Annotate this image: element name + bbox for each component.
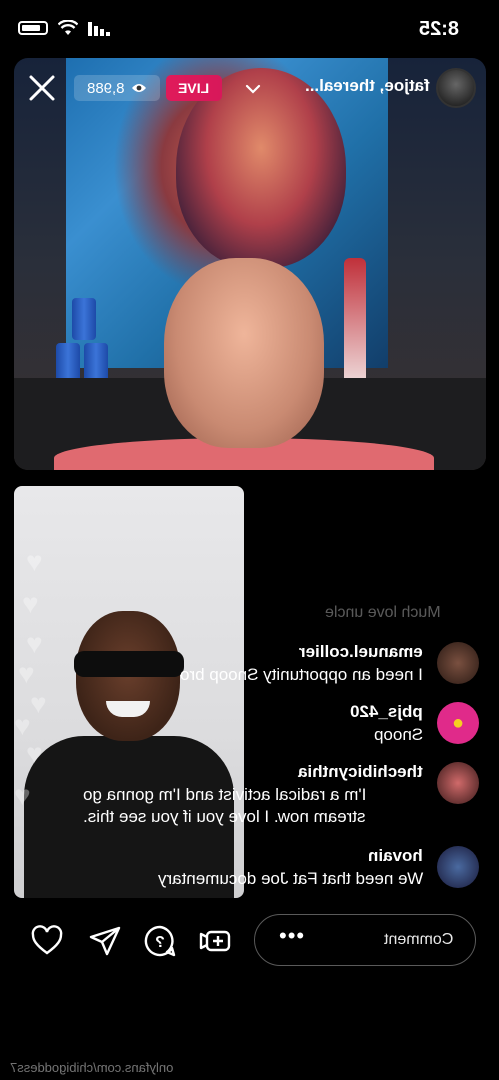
comment-username[interactable]: emanuel.collier <box>299 642 423 662</box>
send-icon[interactable] <box>88 924 122 958</box>
comment-text-content: I'm a radical activist and I'm gonna go … <box>83 785 367 826</box>
comment-username-text: emanuel.collier <box>299 642 423 661</box>
comment-username-text: hovain <box>368 846 423 865</box>
comment-text: I need an opportunity Snoop bro <box>83 664 423 686</box>
guest-video[interactable] <box>14 486 244 898</box>
commenter-avatar[interactable]: ● <box>437 702 479 744</box>
comment-text-content: Snoop <box>373 725 423 744</box>
commenter-avatar[interactable] <box>437 846 479 888</box>
heart-icon: ♥ <box>22 588 39 619</box>
viewer-count-badge: 8,988 <box>74 75 160 101</box>
wifi-icon <box>58 20 78 35</box>
status-time: 8:25 <box>418 18 459 40</box>
heart-icon: ♥ <box>14 710 31 741</box>
heart-like-icon[interactable] <box>30 924 64 958</box>
live-badge: LIVE <box>166 75 222 101</box>
comment-text: I'm a radical activist and I'm gonna go … <box>83 784 423 828</box>
comment-username-text: thechibicynthia <box>298 762 423 781</box>
faded-comment: Much love uncle <box>325 604 441 622</box>
live-label: LIVE <box>178 80 210 96</box>
faded-comment-text: Much love uncle <box>325 604 441 621</box>
heart-icon: ♥ <box>26 628 43 659</box>
add-video-guest-icon[interactable] <box>198 924 232 958</box>
heart-icon: ♥ <box>18 658 35 689</box>
heart-icon: ♥ <box>26 546 43 577</box>
host-video[interactable] <box>14 58 486 470</box>
comment-text: We need that Fat Joe documentary <box>83 868 423 890</box>
comment-text: Snoop <box>83 724 423 746</box>
battery-icon <box>18 21 48 35</box>
host-face <box>164 258 324 448</box>
signal-icon <box>88 22 110 36</box>
question-icon[interactable]: ? <box>143 924 177 958</box>
status-icons <box>18 20 110 36</box>
bottle <box>344 258 366 388</box>
comment-username-text: pbjs_420 <box>350 702 423 721</box>
more-options-icon[interactable]: ••• <box>279 923 305 949</box>
svg-text:?: ? <box>155 934 165 951</box>
host-username-text: fatjoe, thereal... <box>305 76 430 95</box>
status-bar: 8:25 <box>0 0 499 60</box>
comment-item: ● pbjs_420 Snoop <box>79 702 479 746</box>
host-username[interactable]: fatjoe, thereal... <box>270 76 430 96</box>
close-icon[interactable] <box>28 74 56 102</box>
comment-username[interactable]: pbjs_420 <box>350 702 423 722</box>
commenter-avatar[interactable] <box>437 642 479 684</box>
viewer-count: 8,988 <box>87 79 125 97</box>
comment-text-content: I need an opportunity Snoop bro <box>180 665 423 684</box>
comment-item: emanuel.collier I need an opportunity Sn… <box>79 642 479 686</box>
comment-placeholder-text: Comment <box>383 931 453 948</box>
comment-input[interactable]: ••• Comment <box>254 914 476 966</box>
comment-username[interactable]: hovain <box>368 846 423 866</box>
heart-icon: ♥ <box>14 780 31 811</box>
heart-icon: ♥ <box>26 738 43 769</box>
comment-text-content: We need that Fat Joe documentary <box>157 869 423 888</box>
comment-placeholder: Comment <box>384 931 453 949</box>
comment-item: hovain We need that Fat Joe documentary <box>79 846 479 890</box>
commenter-avatar[interactable] <box>437 762 479 804</box>
pbjs-logo-icon: ● <box>451 711 465 734</box>
comment-item: thechibicynthia I'm a radical activist a… <box>79 762 479 832</box>
eye-icon <box>131 84 146 92</box>
host-avatar[interactable] <box>436 68 476 108</box>
soda-can <box>72 298 96 340</box>
chevron-down-icon[interactable] <box>244 80 262 98</box>
watermark-text: onlyfans.com/chibigoddess7 <box>10 1060 174 1075</box>
watermark: onlyfans.com/chibigoddess7 <box>10 1060 173 1075</box>
comment-username[interactable]: thechibicynthia <box>298 762 423 782</box>
heart-icon: ♥ <box>30 688 47 719</box>
